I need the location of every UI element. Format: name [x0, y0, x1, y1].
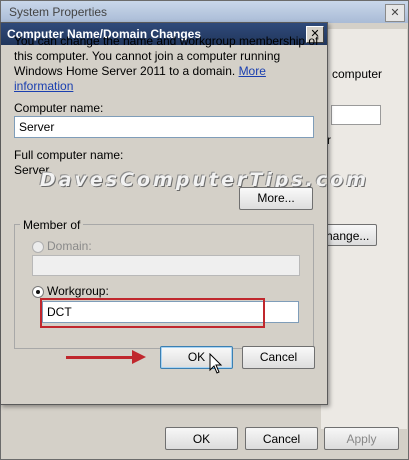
computer-name-input[interactable]: Server	[14, 116, 314, 138]
domain-label: Domain:	[47, 239, 92, 253]
mouse-cursor-icon	[209, 353, 223, 374]
watermark-text: DavesComputerTips.com	[39, 169, 370, 191]
more-button[interactable]: More...	[239, 187, 313, 210]
domain-radio[interactable]	[32, 241, 44, 253]
system-cancel-button[interactable]: Cancel	[245, 427, 318, 450]
system-properties-title: System Properties	[9, 5, 108, 19]
full-computer-name-label: Full computer name:	[14, 148, 124, 162]
system-properties-field[interactable]	[331, 105, 381, 125]
domain-input[interactable]	[32, 255, 300, 276]
red-highlight-annotation	[40, 298, 265, 328]
system-ok-button[interactable]: OK	[165, 427, 238, 450]
radio-selected-icon	[36, 290, 40, 294]
red-arrow-head	[132, 350, 146, 364]
close-icon[interactable]: ✕	[385, 4, 405, 22]
computer-name-label: Computer name:	[14, 101, 104, 115]
red-arrow-annotation	[66, 356, 136, 359]
workgroup-label: Workgroup:	[47, 284, 109, 298]
member-of-label: Member of	[20, 218, 84, 232]
description-text: You can change the name and workgroup me…	[14, 34, 319, 78]
system-properties-text: computer	[332, 67, 383, 81]
system-apply-button[interactable]: Apply	[324, 427, 399, 450]
dialog-description: You can change the name and workgroup me…	[14, 34, 319, 94]
system-properties-title-bar[interactable]: System Properties ✕	[1, 1, 408, 23]
change-button[interactable]: hange...	[321, 224, 377, 246]
cancel-button[interactable]: Cancel	[242, 346, 315, 369]
